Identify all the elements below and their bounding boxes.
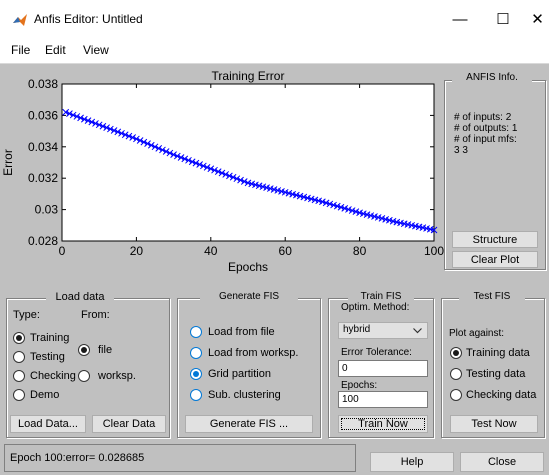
clear-data-button[interactable]: Clear Data xyxy=(92,415,166,433)
y-axis-label: Error xyxy=(1,149,15,176)
optim-method-select[interactable]: hybrid xyxy=(338,322,428,339)
radio-type-training-label: Training xyxy=(30,332,70,344)
status-box: Epoch 100:error= 0.028685 xyxy=(4,444,356,472)
optim-method-label: Optim. Method: xyxy=(341,302,410,313)
y-tick-label: 0.032 xyxy=(28,171,58,185)
radio-grid-partition[interactable] xyxy=(190,368,202,380)
close-window-button[interactable]: ✕ xyxy=(526,8,549,32)
info-inputs: # of inputs: 2 xyxy=(454,112,512,123)
radio-load-from-file[interactable] xyxy=(190,326,202,338)
x-tick-label: 100 xyxy=(424,244,444,258)
x-tick-label: 60 xyxy=(279,244,293,258)
train-fis-title: Train FIS xyxy=(348,291,414,302)
plot-against-label: Plot against: xyxy=(449,328,505,339)
radio-type-training[interactable] xyxy=(13,332,25,344)
x-axis-label: Epochs xyxy=(228,260,268,274)
error-tolerance-input[interactable]: 0 xyxy=(338,360,428,377)
radio-type-testing[interactable] xyxy=(13,351,25,363)
type-label: Type: xyxy=(13,309,40,321)
structure-button[interactable]: Structure xyxy=(452,231,538,248)
radio-test-checking-data-label: Checking data xyxy=(466,389,537,401)
clear-plot-button[interactable]: Clear Plot xyxy=(452,251,538,268)
epochs-label: Epochs: xyxy=(341,380,378,391)
radio-load-from-file-label: Load from file xyxy=(208,326,275,338)
radio-source-worksp-label: worksp. xyxy=(98,370,136,382)
generate-fis-title: Generate FIS xyxy=(200,291,298,302)
error-tolerance-label: Error Tolerance: xyxy=(341,347,412,358)
matlab-icon xyxy=(13,14,27,26)
radio-sub-clustering-label: Sub. clustering xyxy=(208,389,281,401)
radio-test-checking-data[interactable] xyxy=(450,389,462,401)
minimize-button[interactable]: — xyxy=(440,8,480,32)
radio-type-checking-label: Checking xyxy=(30,370,76,382)
chevron-down-icon xyxy=(413,328,422,334)
radio-test-testing-data-label: Testing data xyxy=(466,368,526,380)
radio-source-worksp[interactable] xyxy=(78,370,90,382)
radio-type-checking[interactable] xyxy=(13,370,25,382)
y-tick-label: 0.034 xyxy=(28,140,58,154)
radio-type-testing-label: Testing xyxy=(30,351,65,363)
chart-title: Training Error xyxy=(212,69,285,83)
menu-bar: File Edit View xyxy=(0,40,549,62)
info-outputs: # of outputs: 1 xyxy=(454,123,518,134)
info-input-mfs-label: # of input mfs: xyxy=(454,134,517,145)
menu-file[interactable]: File xyxy=(11,43,30,57)
figure-area: Training Error 0 20 40 60 80 100 0.028 0.03 0.032… xyxy=(0,63,549,475)
radio-grid-partition-label: Grid partition xyxy=(208,368,271,380)
anfis-info-lines: # of inputs: 2 # of outputs: 1 # of inpu… xyxy=(454,112,517,156)
menu-edit[interactable]: Edit xyxy=(45,43,66,57)
maximize-button[interactable]: ☐ xyxy=(483,8,523,32)
x-tick-label: 0 xyxy=(59,244,66,258)
radio-load-from-worksp-label: Load from worksp. xyxy=(208,347,299,359)
load-data-title: Load data xyxy=(46,291,114,303)
radio-type-demo[interactable] xyxy=(13,389,25,401)
radio-test-training-data[interactable] xyxy=(450,347,462,359)
status-text: Epoch 100:error= 0.028685 xyxy=(10,452,145,464)
x-tick-label: 20 xyxy=(130,244,144,258)
radio-test-training-data-label: Training data xyxy=(466,347,530,359)
radio-source-file[interactable] xyxy=(78,344,90,356)
radio-type-demo-label: Demo xyxy=(30,389,60,401)
radio-test-testing-data[interactable] xyxy=(450,368,462,380)
test-fis-title: Test FIS xyxy=(459,291,525,302)
window-title: Anfis Editor: Untitled xyxy=(34,12,143,26)
optim-method-value: hybrid xyxy=(343,324,371,335)
close-button[interactable]: Close xyxy=(460,452,544,472)
help-button[interactable]: Help xyxy=(370,452,454,472)
x-tick-label: 40 xyxy=(204,244,218,258)
title-bar: Anfis Editor: Untitled — ☐ ✕ xyxy=(0,0,549,40)
generate-fis-button[interactable]: Generate FIS ... xyxy=(185,415,313,433)
load-data-button[interactable]: Load Data... xyxy=(10,415,86,433)
y-tick-label: 0.038 xyxy=(28,77,58,91)
y-tick-label: 0.036 xyxy=(28,108,58,122)
radio-sub-clustering[interactable] xyxy=(190,389,202,401)
from-label: From: xyxy=(81,309,110,321)
test-now-button[interactable]: Test Now xyxy=(450,415,538,433)
epochs-input[interactable]: 100 xyxy=(338,391,428,408)
y-tick-label: 0.03 xyxy=(35,203,59,217)
anfis-info-title: ANFIS Info. xyxy=(452,72,532,83)
info-input-mfs-value: 3 3 xyxy=(454,145,468,156)
y-tick-label: 0.028 xyxy=(28,234,58,248)
x-tick-label: 80 xyxy=(353,244,367,258)
radio-source-file-label: file xyxy=(98,344,113,356)
train-now-button[interactable]: Train Now xyxy=(338,415,428,433)
menu-view[interactable]: View xyxy=(83,43,109,57)
radio-load-from-worksp[interactable] xyxy=(190,347,202,359)
